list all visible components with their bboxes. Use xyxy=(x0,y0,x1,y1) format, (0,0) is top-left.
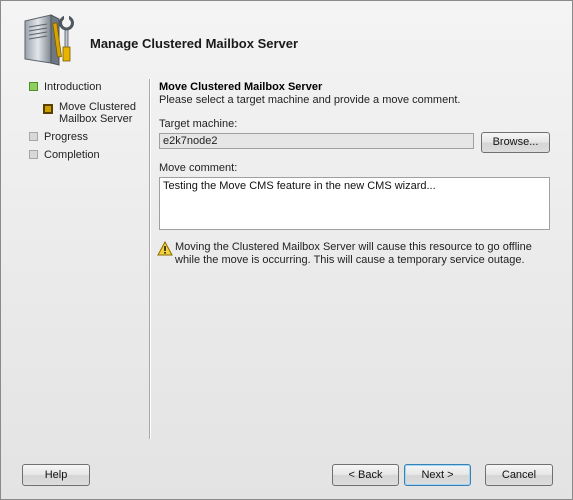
step-current-icon xyxy=(43,104,53,114)
target-machine-field[interactable]: e2k7node2 xyxy=(159,133,474,149)
cancel-button[interactable]: Cancel xyxy=(485,464,553,486)
wizard-step-list: Introduction Move Clustered Mailbox Serv… xyxy=(29,81,144,167)
step-pending-icon xyxy=(29,150,38,159)
back-button[interactable]: < Back xyxy=(332,464,399,486)
browse-button[interactable]: Browse... xyxy=(481,132,550,153)
content-header: Move Clustered Mailbox Server Please sel… xyxy=(159,80,554,107)
nav-step-label: Introduction xyxy=(44,81,102,93)
nav-step-progress: Progress xyxy=(29,131,144,149)
section-title: Move Clustered Mailbox Server xyxy=(159,81,323,93)
help-button[interactable]: Help xyxy=(22,464,90,486)
nav-step-label: Progress xyxy=(44,131,89,143)
nav-step-introduction: Introduction xyxy=(29,81,144,99)
warning-icon xyxy=(157,241,173,256)
warning-text: Moving the Clustered Mailbox Server will… xyxy=(175,241,532,266)
nav-step-completion: Completion xyxy=(29,149,144,167)
wizard-window: Manage Clustered Mailbox Server Introduc… xyxy=(0,0,573,500)
step-pending-icon xyxy=(29,132,38,141)
nav-divider xyxy=(149,79,150,439)
server-with-tools-icon xyxy=(24,14,74,66)
move-comment-textarea[interactable]: Testing the Move CMS feature in the new … xyxy=(159,177,550,230)
section-description: Please select a target machine and provi… xyxy=(159,94,461,106)
wizard-header: Manage Clustered Mailbox Server xyxy=(1,1,572,71)
nav-step-label: Move Clustered Mailbox Server xyxy=(59,101,137,125)
next-button[interactable]: Next > xyxy=(404,464,471,486)
wizard-title: Manage Clustered Mailbox Server xyxy=(90,36,299,51)
nav-step-move-cms: Move Clustered Mailbox Server xyxy=(29,101,144,133)
nav-step-label: Completion xyxy=(44,149,100,161)
move-comment-label: Move comment: xyxy=(159,162,238,174)
step-complete-icon xyxy=(29,82,38,91)
target-machine-label: Target machine: xyxy=(159,118,238,130)
